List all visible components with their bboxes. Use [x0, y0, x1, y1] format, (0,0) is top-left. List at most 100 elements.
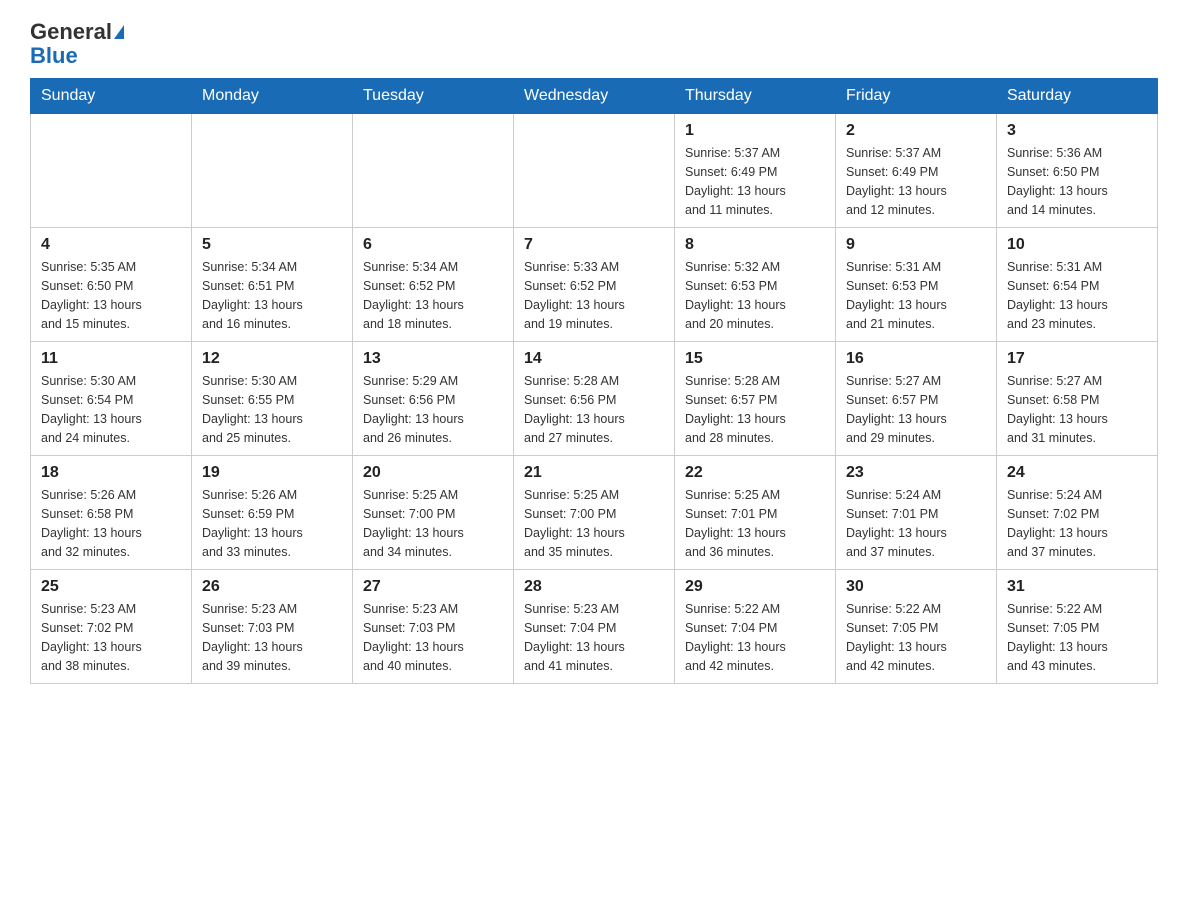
day-info: Sunrise: 5:25 AMSunset: 7:01 PMDaylight:…: [685, 486, 825, 561]
day-number: 25: [41, 578, 181, 596]
day-info: Sunrise: 5:37 AMSunset: 6:49 PMDaylight:…: [685, 144, 825, 219]
calendar-cell: 6 Sunrise: 5:34 AMSunset: 6:52 PMDaylight…: [353, 228, 514, 342]
day-info: Sunrise: 5:36 AMSunset: 6:50 PMDaylight:…: [1007, 144, 1147, 219]
day-number: 5: [202, 236, 342, 254]
day-number: 14: [524, 350, 664, 368]
day-number: 13: [363, 350, 503, 368]
day-info: Sunrise: 5:33 AMSunset: 6:52 PMDaylight:…: [524, 258, 664, 333]
logo-blue-text: Blue: [30, 44, 124, 68]
day-info: Sunrise: 5:22 AMSunset: 7:05 PMDaylight:…: [846, 600, 986, 675]
calendar-cell: 7 Sunrise: 5:33 AMSunset: 6:52 PMDaylight…: [514, 228, 675, 342]
day-info: Sunrise: 5:32 AMSunset: 6:53 PMDaylight:…: [685, 258, 825, 333]
day-info: Sunrise: 5:28 AMSunset: 6:57 PMDaylight:…: [685, 372, 825, 447]
page-header: General Blue: [30, 20, 1158, 68]
day-number: 27: [363, 578, 503, 596]
day-header-saturday: Saturday: [997, 79, 1158, 114]
day-info: Sunrise: 5:31 AMSunset: 6:53 PMDaylight:…: [846, 258, 986, 333]
day-number: 21: [524, 464, 664, 482]
day-number: 24: [1007, 464, 1147, 482]
day-number: 7: [524, 236, 664, 254]
day-number: 19: [202, 464, 342, 482]
day-info: Sunrise: 5:22 AMSunset: 7:05 PMDaylight:…: [1007, 600, 1147, 675]
day-number: 12: [202, 350, 342, 368]
calendar-cell: 24 Sunrise: 5:24 AMSunset: 7:02 PMDayligh…: [997, 456, 1158, 570]
day-header-thursday: Thursday: [675, 79, 836, 114]
day-info: Sunrise: 5:23 AMSunset: 7:02 PMDaylight:…: [41, 600, 181, 675]
logo: General Blue: [30, 20, 124, 68]
day-number: 4: [41, 236, 181, 254]
calendar-cell: 13 Sunrise: 5:29 AMSunset: 6:56 PMDayligh…: [353, 342, 514, 456]
calendar-cell: 22Sunrise: 5:25 AMSunset: 7:01 PMDayligh…: [675, 456, 836, 570]
day-header-wednesday: Wednesday: [514, 79, 675, 114]
day-number: 18: [41, 464, 181, 482]
day-number: 6: [363, 236, 503, 254]
day-number: 28: [524, 578, 664, 596]
calendar-cell: 16 Sunrise: 5:27 AMSunset: 6:57 PMDayligh…: [836, 342, 997, 456]
calendar-cell: 29Sunrise: 5:22 AMSunset: 7:04 PMDayligh…: [675, 570, 836, 684]
day-info: Sunrise: 5:25 AMSunset: 7:00 PMDaylight:…: [524, 486, 664, 561]
calendar-cell: 10Sunrise: 5:31 AMSunset: 6:54 PMDayligh…: [997, 228, 1158, 342]
week-row-5: 25 Sunrise: 5:23 AMSunset: 7:02 PMDayligh…: [31, 570, 1158, 684]
calendar-cell: 28 Sunrise: 5:23 AMSunset: 7:04 PMDayligh…: [514, 570, 675, 684]
day-info: Sunrise: 5:29 AMSunset: 6:56 PMDaylight:…: [363, 372, 503, 447]
calendar-cell: 5 Sunrise: 5:34 AMSunset: 6:51 PMDaylight…: [192, 228, 353, 342]
calendar-cell: [353, 114, 514, 228]
calendar-cell: 1Sunrise: 5:37 AMSunset: 6:49 PMDaylight…: [675, 114, 836, 228]
week-row-4: 18 Sunrise: 5:26 AMSunset: 6:58 PMDayligh…: [31, 456, 1158, 570]
calendar-cell: 30 Sunrise: 5:22 AMSunset: 7:05 PMDayligh…: [836, 570, 997, 684]
day-info: Sunrise: 5:28 AMSunset: 6:56 PMDaylight:…: [524, 372, 664, 447]
day-header-sunday: Sunday: [31, 79, 192, 114]
day-number: 23: [846, 464, 986, 482]
calendar-cell: 19 Sunrise: 5:26 AMSunset: 6:59 PMDayligh…: [192, 456, 353, 570]
day-info: Sunrise: 5:31 AMSunset: 6:54 PMDaylight:…: [1007, 258, 1147, 333]
day-number: 11: [41, 350, 181, 368]
logo-triangle-icon: [114, 25, 124, 39]
day-number: 17: [1007, 350, 1147, 368]
calendar-cell: [192, 114, 353, 228]
calendar-cell: 14 Sunrise: 5:28 AMSunset: 6:56 PMDayligh…: [514, 342, 675, 456]
day-info: Sunrise: 5:25 AMSunset: 7:00 PMDaylight:…: [363, 486, 503, 561]
calendar-cell: 3Sunrise: 5:36 AMSunset: 6:50 PMDaylight…: [997, 114, 1158, 228]
header-row: SundayMondayTuesdayWednesdayThursdayFrid…: [31, 79, 1158, 114]
calendar-cell: 9 Sunrise: 5:31 AMSunset: 6:53 PMDaylight…: [836, 228, 997, 342]
day-number: 2: [846, 122, 986, 140]
day-info: Sunrise: 5:27 AMSunset: 6:58 PMDaylight:…: [1007, 372, 1147, 447]
day-number: 29: [685, 578, 825, 596]
day-info: Sunrise: 5:35 AMSunset: 6:50 PMDaylight:…: [41, 258, 181, 333]
calendar-cell: 15Sunrise: 5:28 AMSunset: 6:57 PMDayligh…: [675, 342, 836, 456]
day-header-tuesday: Tuesday: [353, 79, 514, 114]
calendar-cell: [31, 114, 192, 228]
day-info: Sunrise: 5:34 AMSunset: 6:52 PMDaylight:…: [363, 258, 503, 333]
calendar-cell: 31Sunrise: 5:22 AMSunset: 7:05 PMDayligh…: [997, 570, 1158, 684]
day-info: Sunrise: 5:37 AMSunset: 6:49 PMDaylight:…: [846, 144, 986, 219]
calendar-cell: 11 Sunrise: 5:30 AMSunset: 6:54 PMDayligh…: [31, 342, 192, 456]
calendar-cell: 23 Sunrise: 5:24 AMSunset: 7:01 PMDayligh…: [836, 456, 997, 570]
calendar-cell: [514, 114, 675, 228]
day-info: Sunrise: 5:34 AMSunset: 6:51 PMDaylight:…: [202, 258, 342, 333]
day-info: Sunrise: 5:27 AMSunset: 6:57 PMDaylight:…: [846, 372, 986, 447]
day-info: Sunrise: 5:26 AMSunset: 6:59 PMDaylight:…: [202, 486, 342, 561]
week-row-1: 1Sunrise: 5:37 AMSunset: 6:49 PMDaylight…: [31, 114, 1158, 228]
day-header-monday: Monday: [192, 79, 353, 114]
day-info: Sunrise: 5:23 AMSunset: 7:04 PMDaylight:…: [524, 600, 664, 675]
day-info: Sunrise: 5:30 AMSunset: 6:54 PMDaylight:…: [41, 372, 181, 447]
day-number: 30: [846, 578, 986, 596]
calendar-cell: 17 Sunrise: 5:27 AMSunset: 6:58 PMDayligh…: [997, 342, 1158, 456]
logo-general-text: General: [30, 20, 112, 44]
day-info: Sunrise: 5:23 AMSunset: 7:03 PMDaylight:…: [363, 600, 503, 675]
day-info: Sunrise: 5:26 AMSunset: 6:58 PMDaylight:…: [41, 486, 181, 561]
day-info: Sunrise: 5:24 AMSunset: 7:02 PMDaylight:…: [1007, 486, 1147, 561]
calendar-cell: 12Sunrise: 5:30 AMSunset: 6:55 PMDayligh…: [192, 342, 353, 456]
day-number: 8: [685, 236, 825, 254]
calendar-cell: 4 Sunrise: 5:35 AMSunset: 6:50 PMDaylight…: [31, 228, 192, 342]
calendar-cell: 26Sunrise: 5:23 AMSunset: 7:03 PMDayligh…: [192, 570, 353, 684]
day-number: 16: [846, 350, 986, 368]
week-row-3: 11 Sunrise: 5:30 AMSunset: 6:54 PMDayligh…: [31, 342, 1158, 456]
calendar-cell: 21 Sunrise: 5:25 AMSunset: 7:00 PMDayligh…: [514, 456, 675, 570]
calendar-cell: 18 Sunrise: 5:26 AMSunset: 6:58 PMDayligh…: [31, 456, 192, 570]
day-number: 20: [363, 464, 503, 482]
day-number: 9: [846, 236, 986, 254]
calendar-cell: 20 Sunrise: 5:25 AMSunset: 7:00 PMDayligh…: [353, 456, 514, 570]
day-info: Sunrise: 5:24 AMSunset: 7:01 PMDaylight:…: [846, 486, 986, 561]
day-header-friday: Friday: [836, 79, 997, 114]
